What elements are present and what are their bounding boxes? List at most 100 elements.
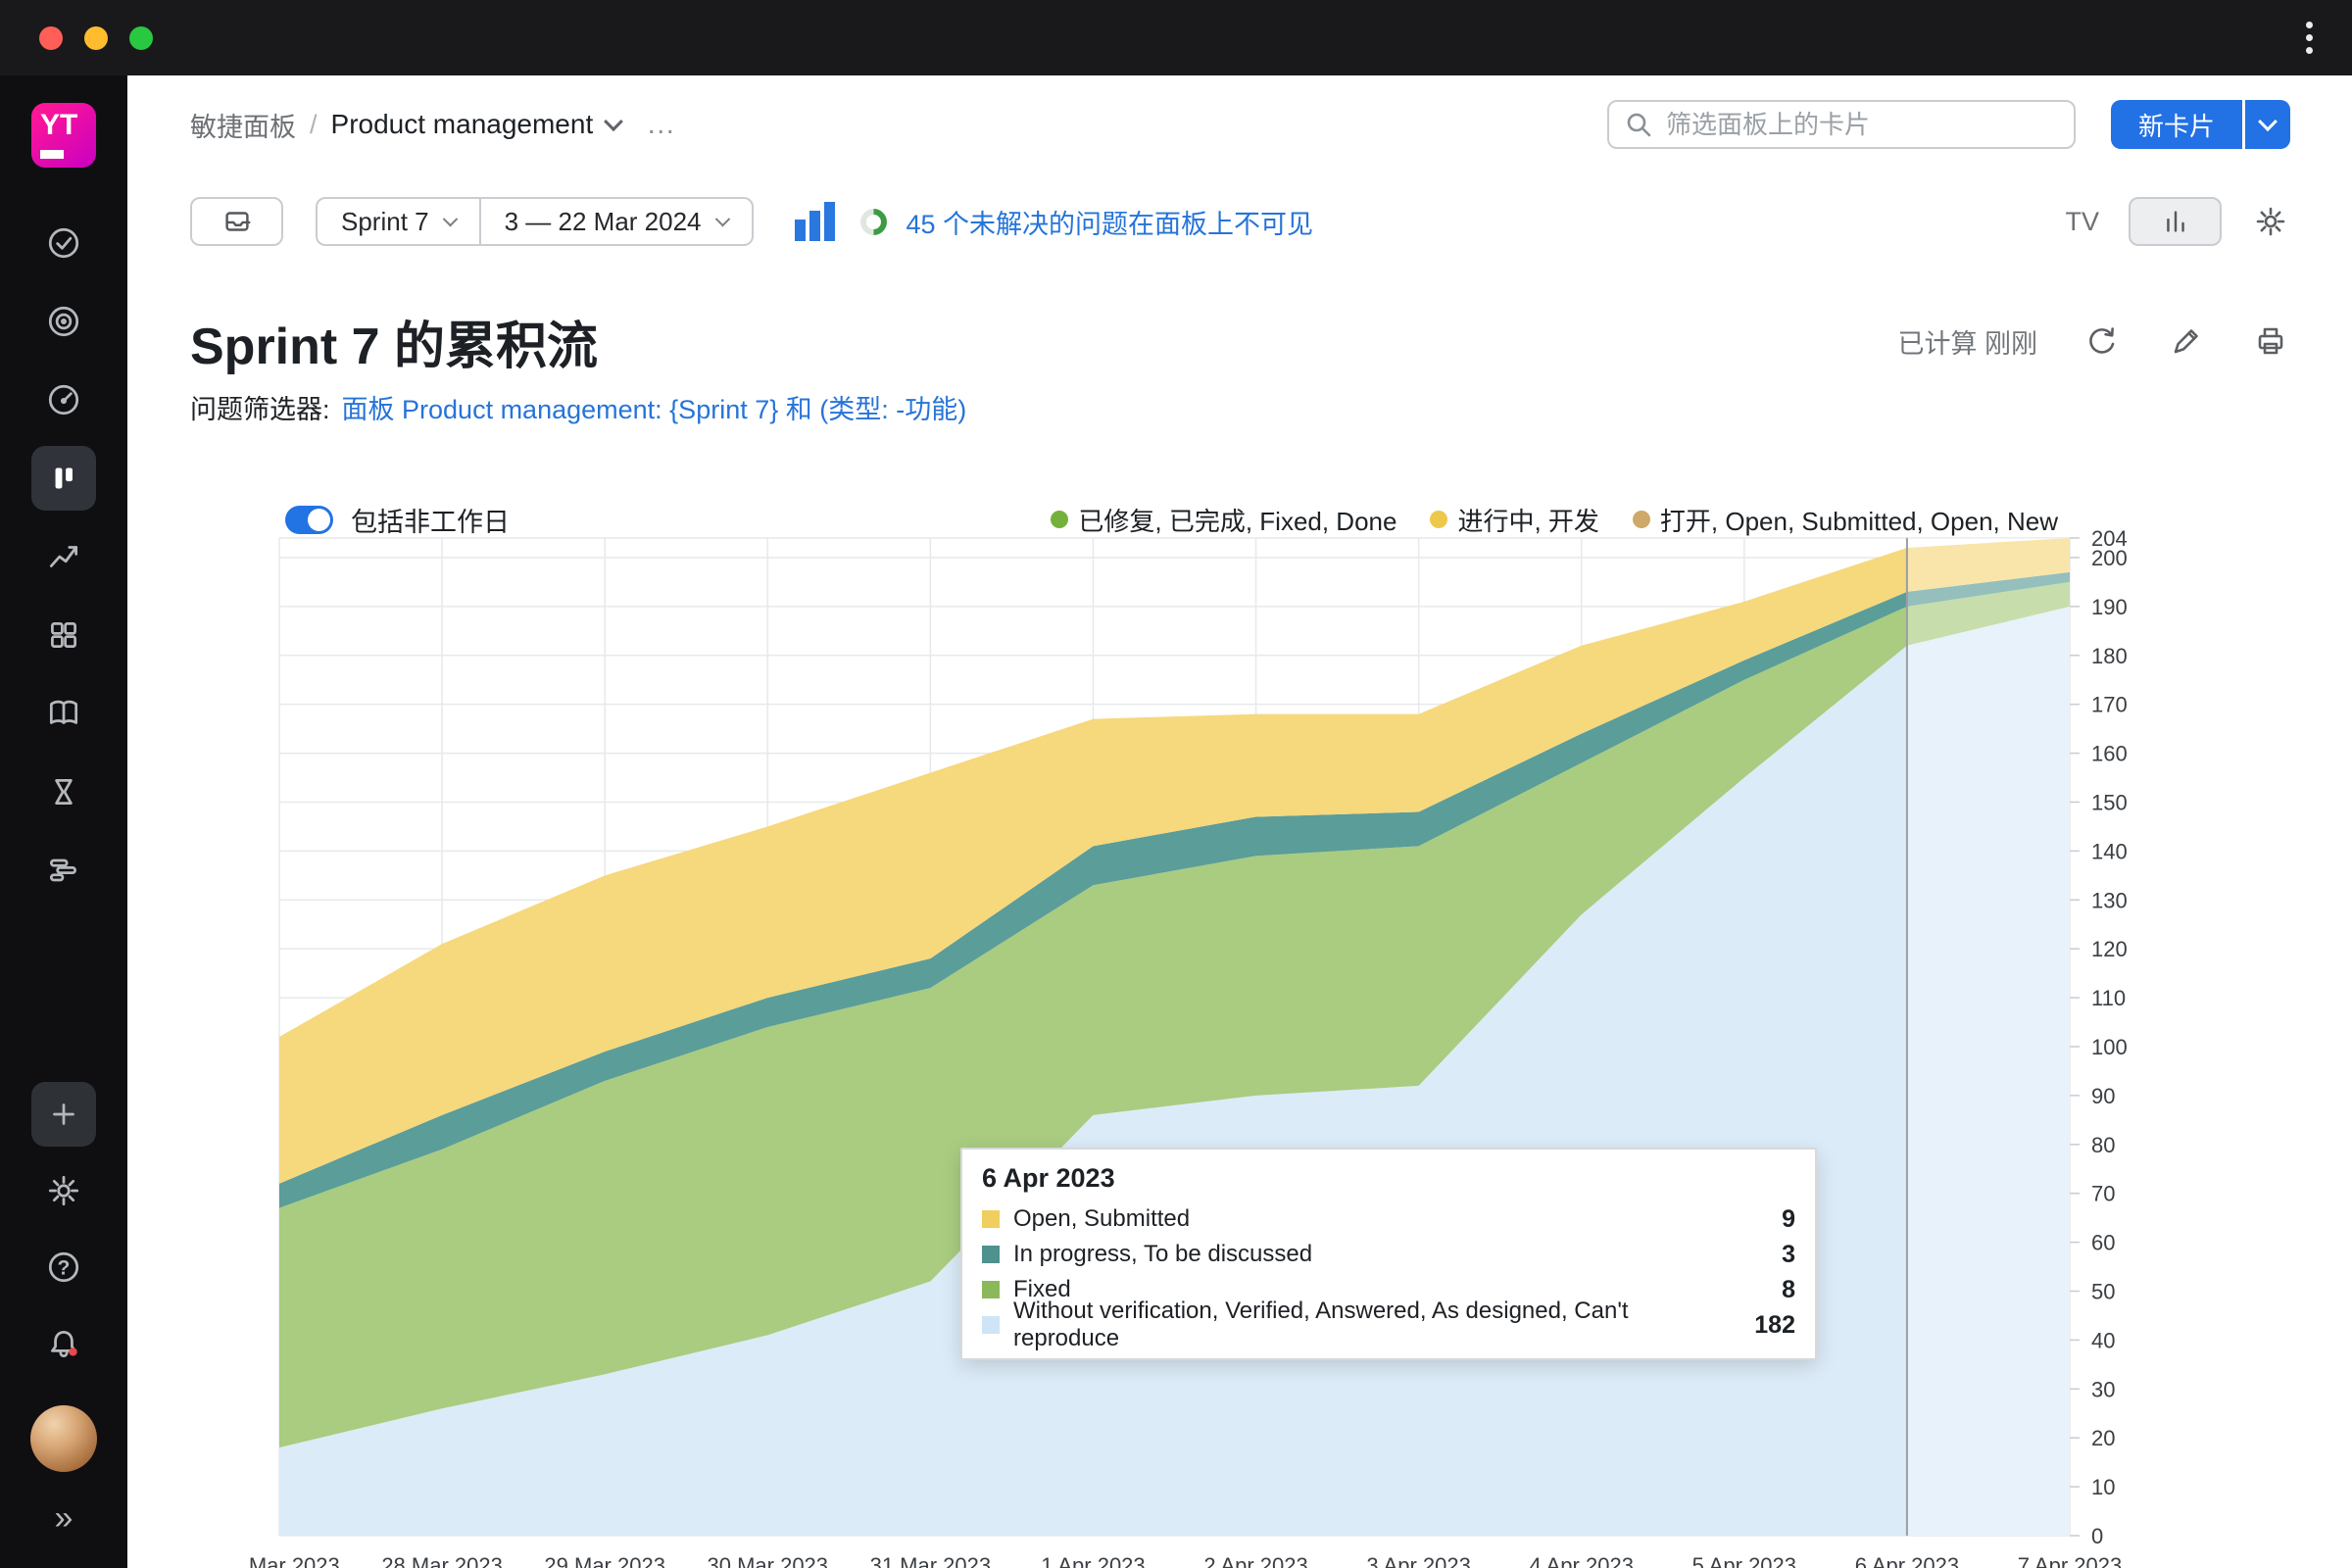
filter-query-link[interactable]: 面板 Product management: {Sprint 7} 和 (类型:… — [342, 388, 967, 426]
expand-chevrons-icon: » — [55, 1501, 74, 1535]
tooltip-value: 3 — [1782, 1241, 1795, 1269]
sidebar: YT — [0, 75, 127, 1568]
edit-report-button[interactable] — [2167, 321, 2206, 361]
agile-board-icon — [45, 460, 82, 497]
svg-text:10: 10 — [2091, 1475, 2115, 1499]
sidebar-item-reports[interactable] — [31, 524, 96, 589]
sidebar-collapse-button[interactable]: » — [31, 1494, 96, 1543]
board-name-dropdown[interactable]: Product management — [331, 109, 621, 140]
tv-mode-button[interactable]: TV — [2065, 207, 2099, 237]
legend-dot — [1430, 511, 1447, 528]
svg-text:31 Mar 2023: 31 Mar 2023 — [870, 1553, 992, 1568]
svg-text:50: 50 — [2091, 1279, 2115, 1303]
youtrack-app: YT — [0, 0, 2352, 1568]
minimize-window-button[interactable] — [84, 26, 108, 50]
sidebar-item-help[interactable]: ? — [31, 1235, 96, 1299]
filter-prefix-label: 问题筛选器: — [190, 388, 330, 426]
new-card-dropdown-button[interactable] — [2245, 100, 2290, 149]
column-chart-icon — [2159, 205, 2192, 238]
board-more-options-button[interactable]: … — [646, 108, 678, 141]
logo-underscore — [40, 150, 64, 159]
svg-text:40: 40 — [2091, 1328, 2115, 1352]
svg-text:29 Mar 2023: 29 Mar 2023 — [544, 1553, 665, 1568]
svg-text:130: 130 — [2091, 888, 2128, 912]
search-input[interactable] — [1664, 109, 2058, 141]
report-actions: 已计算 刚刚 — [1897, 321, 2290, 361]
unresolved-issues-link[interactable]: 45 个未解决的问题在面板上不可见 — [906, 203, 1314, 241]
notifications-bell-icon — [45, 1325, 82, 1362]
svg-text:170: 170 — [2091, 693, 2128, 717]
svg-text:160: 160 — [2091, 742, 2128, 766]
page-header: 敏捷面板 / Product management … 新卡片 — [190, 97, 2290, 152]
chevron-down-icon — [2258, 112, 2278, 131]
swatch — [982, 1281, 1000, 1298]
sprint-label: Sprint 7 — [341, 207, 429, 237]
board-settings-button[interactable] — [2251, 202, 2290, 241]
sprint-selector[interactable]: Sprint 7 — [318, 199, 479, 244]
sidebar-item-knowledge-base[interactable] — [31, 681, 96, 746]
svg-text:30: 30 — [2091, 1377, 2115, 1401]
tray-icon — [220, 205, 254, 238]
svg-text:70: 70 — [2091, 1182, 2115, 1206]
card-filter-search[interactable] — [1607, 100, 2076, 149]
plus-icon — [45, 1096, 82, 1133]
close-window-button[interactable] — [39, 26, 63, 50]
tooltip-value: 9 — [1782, 1205, 1795, 1234]
svg-text:180: 180 — [2091, 644, 2128, 668]
projects-target-icon — [45, 303, 82, 340]
zoom-window-button[interactable] — [129, 26, 153, 50]
sidebar-item-agile-boards[interactable] — [31, 446, 96, 511]
sidebar-item-projects[interactable] — [31, 289, 96, 354]
sprint-progress-donut-icon[interactable] — [860, 209, 887, 235]
new-card-button[interactable]: 新卡片 — [2111, 100, 2242, 149]
gantt-bars-icon — [45, 852, 82, 889]
sidebar-item-settings[interactable] — [31, 1158, 96, 1223]
svg-text:0: 0 — [2091, 1524, 2103, 1548]
sprint-date-range-selector[interactable]: 3 — 22 Mar 2024 — [481, 199, 752, 244]
tooltip-label: In progress, To be discussed — [1013, 1241, 1312, 1268]
apps-grid-icon — [45, 616, 82, 654]
tooltip-value: 182 — [1754, 1311, 1795, 1340]
sidebar-item-tasks[interactable] — [31, 211, 96, 275]
print-report-button[interactable] — [2251, 321, 2290, 361]
chevron-down-icon — [604, 112, 623, 131]
chart-tooltip: 6 Apr 2023 Open, Submitted 9 In progress… — [960, 1148, 1817, 1360]
tooltip-label: Open, Submitted — [1013, 1205, 1190, 1233]
tooltip-date: 6 Apr 2023 — [982, 1163, 1795, 1194]
window-titlebar — [0, 0, 2352, 75]
svg-text:?: ? — [58, 1256, 71, 1279]
board-name: Product management — [331, 109, 594, 140]
youtrack-logo[interactable]: YT — [31, 103, 96, 168]
sidebar-item-timesheets[interactable] — [31, 760, 96, 824]
tooltip-row-in-progress: In progress, To be discussed 3 — [982, 1237, 1795, 1272]
svg-text:30 Mar 2023: 30 Mar 2023 — [708, 1553, 829, 1568]
toolbar-right-controls: TV — [2065, 197, 2290, 246]
tooltip-label: Without verification, Verified, Answered… — [1013, 1298, 1740, 1352]
sidebar-nav — [31, 211, 96, 903]
window-menu-icon[interactable] — [2306, 22, 2313, 54]
cumulative-flow-chart[interactable]: 0102030405060708090100110120130140150160… — [245, 529, 2352, 1568]
breadcrumb-agile-boards[interactable]: 敏捷面板 — [190, 106, 296, 144]
svg-text:204: 204 — [2091, 529, 2128, 551]
recalculate-button[interactable] — [2082, 321, 2122, 361]
svg-text:140: 140 — [2091, 839, 2128, 863]
sidebar-item-apps[interactable] — [31, 603, 96, 667]
reports-trend-icon — [45, 538, 82, 575]
swatch — [982, 1210, 1000, 1228]
backlog-panel-button[interactable] — [190, 197, 283, 246]
sprint-progress-chart-icon[interactable] — [795, 202, 835, 241]
sprint-selector-group: Sprint 7 3 — 22 Mar 2024 — [316, 197, 754, 246]
cumulative-flow-svg: 0102030405060708090100110120130140150160… — [245, 529, 2352, 1568]
chart-view-toggle-button[interactable] — [2129, 197, 2222, 246]
timesheets-hourglass-icon — [45, 773, 82, 810]
notification-dot — [69, 1348, 76, 1355]
sidebar-item-dashboards[interactable] — [31, 368, 96, 432]
calculated-status: 已计算 刚刚 — [1897, 322, 2037, 361]
svg-text:190: 190 — [2091, 595, 2128, 619]
user-avatar[interactable] — [30, 1405, 97, 1472]
sidebar-item-notifications[interactable] — [31, 1311, 96, 1376]
svg-text:120: 120 — [2091, 937, 2128, 961]
sidebar-create-button[interactable] — [31, 1082, 96, 1147]
svg-text:1 Apr 2023: 1 Apr 2023 — [1041, 1553, 1145, 1568]
sidebar-item-gantt[interactable] — [31, 838, 96, 903]
